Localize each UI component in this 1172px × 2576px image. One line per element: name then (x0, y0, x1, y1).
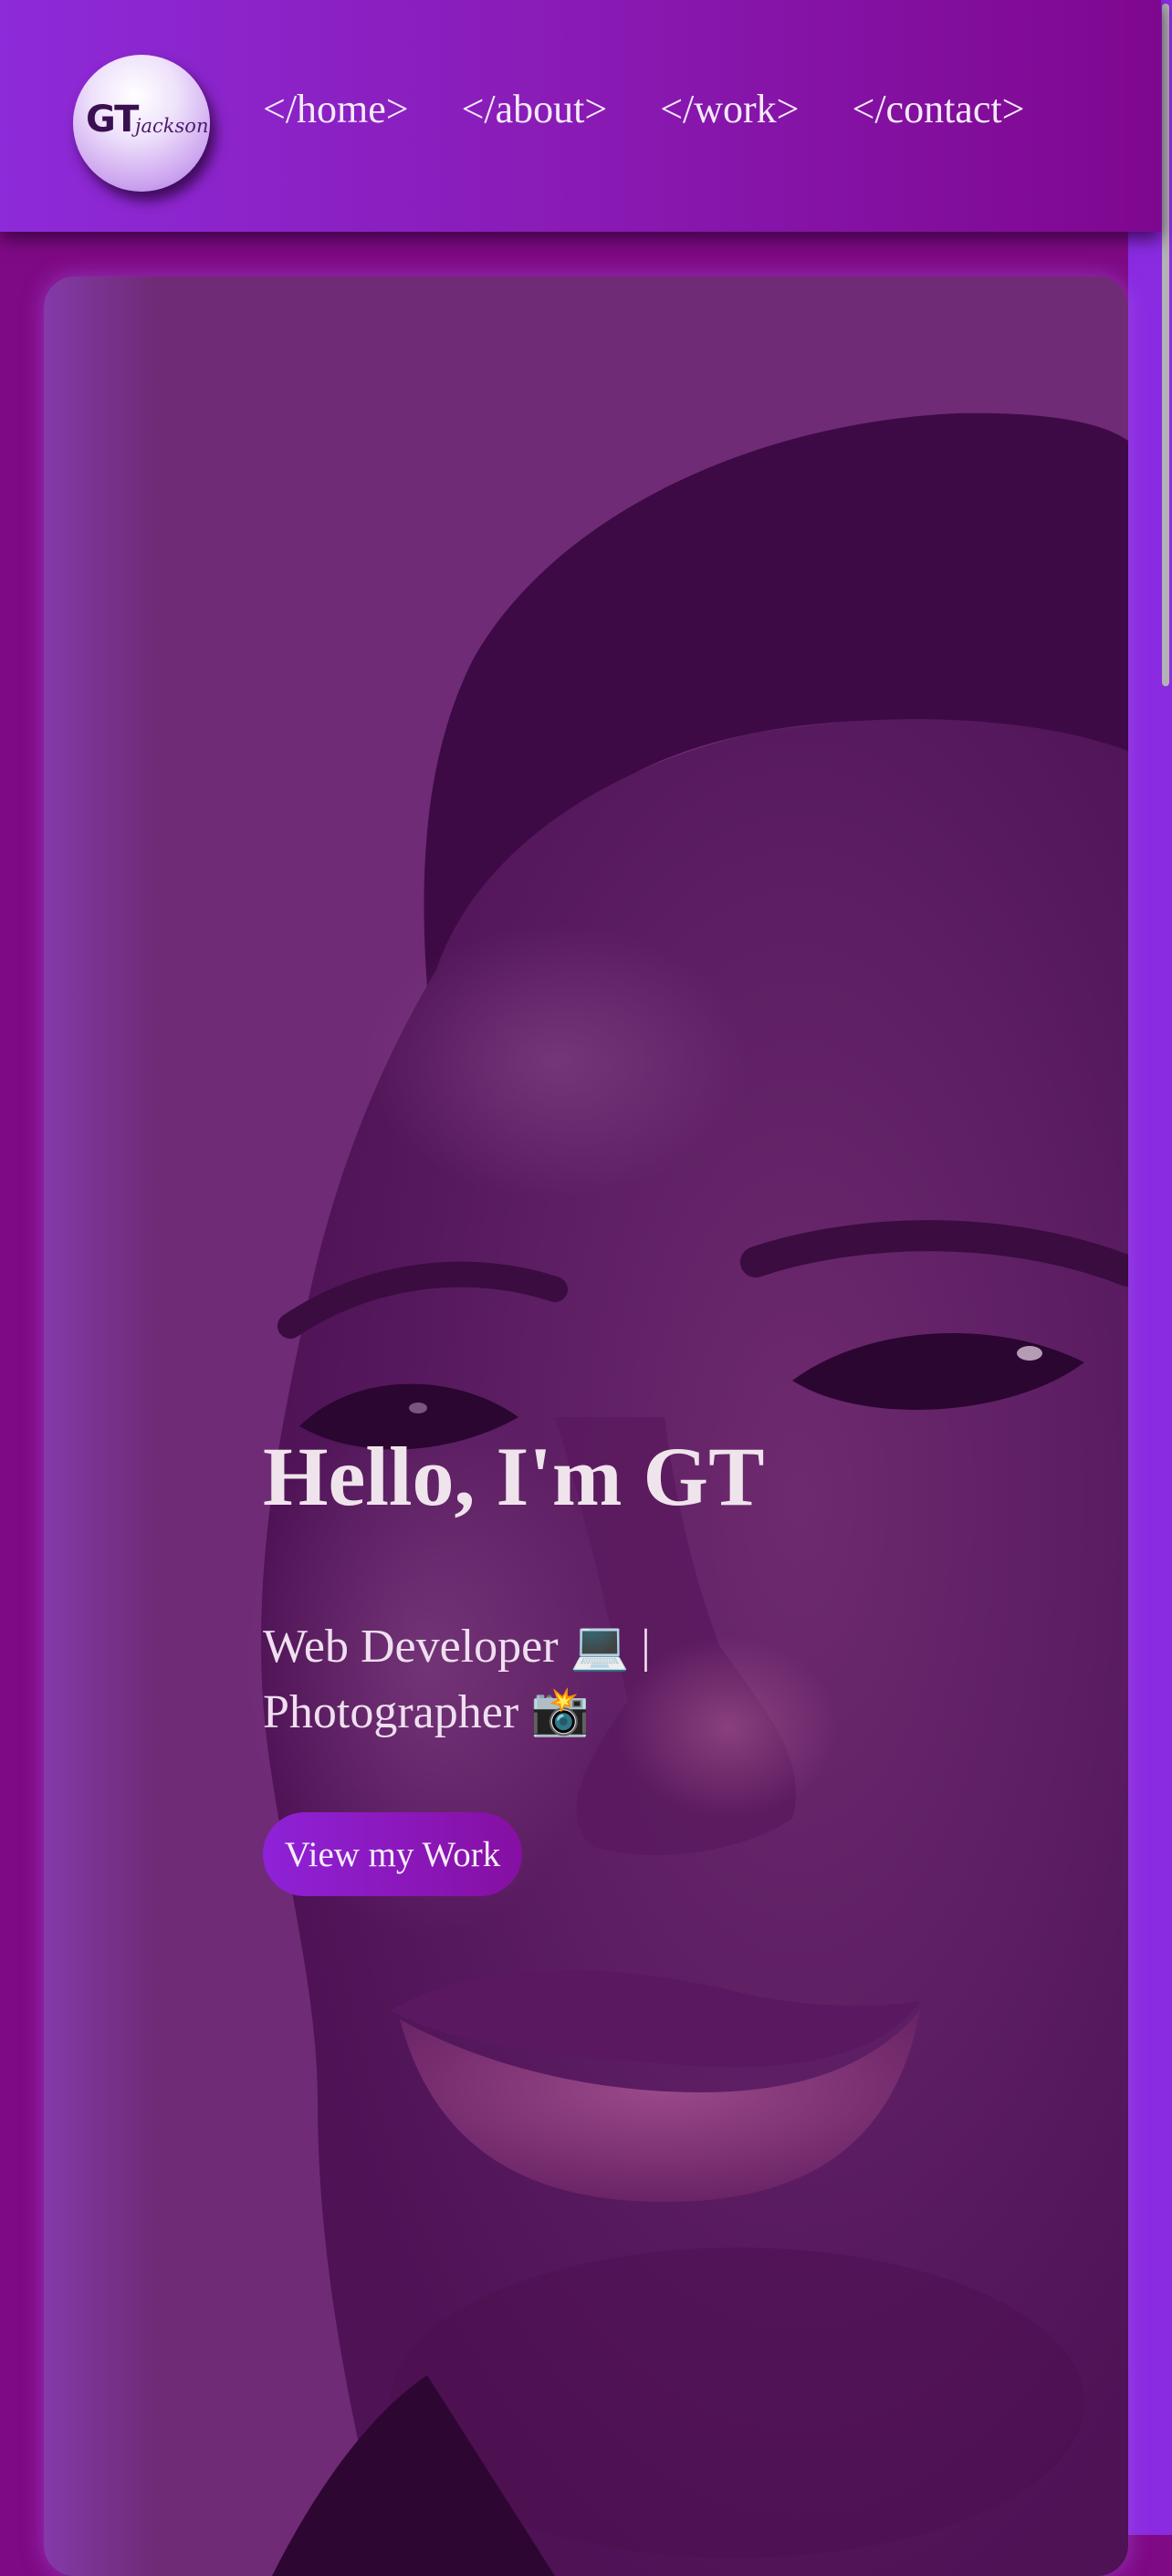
hero-title: Hello, I'm GT (263, 1430, 765, 1523)
hero-section: Hello, I'm GT Web Developer 💻 | Photogra… (44, 276, 1128, 2576)
nav-item-home[interactable]: </home> (263, 89, 409, 130)
logo-main-text: GT (86, 99, 139, 141)
nav-item-contact[interactable]: </contact> (853, 89, 1025, 130)
scrollbar[interactable] (1159, 0, 1172, 2535)
logo-sub-text: jackson (135, 115, 209, 137)
site-header: GT jackson </home> </about> </work> </co… (0, 0, 1161, 232)
hero-edge-glow (44, 276, 153, 2576)
hero-subtitle: Web Developer 💻 | Photographer 📸 (263, 1621, 651, 1738)
nav-item-work[interactable]: </work> (660, 89, 799, 130)
main-nav: </home> </about> </work> </contact> (263, 89, 1024, 130)
logo[interactable]: GT jackson (73, 55, 210, 192)
nav-item-about[interactable]: </about> (462, 89, 608, 130)
scrollbar-thumb[interactable] (1162, 4, 1169, 686)
view-work-button[interactable]: View my Work (263, 1812, 522, 1896)
hero-portrait-photo (44, 276, 1128, 2576)
